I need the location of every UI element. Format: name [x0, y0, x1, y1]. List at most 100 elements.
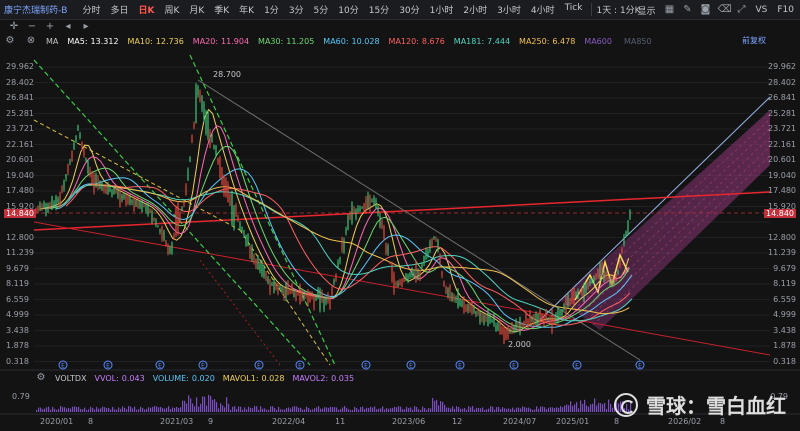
volume-bar — [610, 404, 612, 412]
watermark: 雪球：雪白血红 — [614, 390, 786, 419]
volume-bar — [98, 408, 100, 412]
candle-body — [503, 327, 505, 343]
candle-body — [597, 268, 599, 278]
candle-body — [271, 284, 273, 286]
indicator-item: MAVOL1: 0.028 — [223, 374, 285, 383]
candle-body — [403, 277, 405, 282]
candle-body — [547, 317, 549, 320]
candle-body — [459, 299, 461, 307]
candle-body — [559, 310, 561, 315]
candle-body — [251, 246, 253, 261]
volume-bar — [286, 408, 288, 412]
volume-bar — [168, 406, 170, 412]
candle-body — [333, 279, 335, 284]
volume-bar — [342, 407, 344, 412]
candle-body — [349, 213, 351, 220]
volume-bar — [192, 403, 194, 412]
candle-body — [305, 294, 307, 297]
price-label-left: 22.161 — [6, 139, 34, 149]
volume-bar — [210, 395, 212, 412]
candle-body — [405, 274, 407, 281]
volume-bar — [222, 405, 224, 412]
price-channel — [560, 110, 770, 330]
event-marker-label: E — [201, 363, 205, 370]
candle-body — [293, 290, 295, 298]
candle-body — [211, 134, 213, 143]
volume-bar — [474, 409, 476, 412]
volume-bar — [140, 406, 142, 412]
candle-body — [225, 179, 227, 196]
price-label-right: 0.318 — [773, 356, 796, 366]
candle-body — [499, 321, 501, 335]
indicator-name[interactable]: VOLTDX — [55, 374, 87, 383]
event-marker-label: E — [298, 363, 302, 370]
candle-body — [157, 225, 159, 227]
price-label-left: 29.962 — [6, 62, 34, 71]
candle-body — [85, 157, 87, 161]
candle-body — [585, 284, 587, 292]
candle-body — [219, 157, 221, 178]
indicator-item-name: MAVOL1: — [222, 373, 259, 383]
price-label-left: 28.402 — [6, 77, 34, 87]
candle-body — [587, 281, 589, 289]
event-marker-label: E — [364, 363, 368, 370]
candle-body — [123, 194, 125, 199]
candle-body — [201, 95, 203, 110]
volume-bar — [184, 400, 186, 412]
candle-body — [247, 234, 249, 246]
price-label-left: 19.040 — [6, 170, 34, 180]
candle-body — [241, 226, 243, 232]
candle-body — [613, 280, 615, 285]
volume-bar — [42, 409, 44, 412]
volume-bar — [302, 409, 304, 412]
volume-bar — [38, 407, 40, 412]
channel-upper-line — [539, 96, 771, 321]
candle-body — [521, 324, 523, 328]
volume-bar — [68, 407, 70, 412]
candle-body — [329, 298, 331, 310]
candle-body — [127, 194, 129, 204]
candlestick-chart[interactable]: EEEEEEEEEEEE — [0, 0, 800, 431]
volume-bar — [228, 403, 230, 412]
volume-bar — [292, 406, 294, 412]
volume-bar — [326, 407, 328, 412]
volume-bar — [200, 403, 202, 412]
indicator-settings-icon[interactable]: ⚙ — [35, 372, 47, 384]
candle-body — [627, 221, 629, 234]
price-label-left: 11.239 — [6, 248, 34, 257]
volume-bar — [76, 407, 78, 412]
candle-body — [119, 190, 121, 207]
candle-body — [571, 291, 573, 302]
candle-body — [365, 198, 367, 214]
candle-body — [455, 298, 457, 302]
indicator-items: VVOL: 0.043 VOLUME: 0.020 MAVOL1: 0.028 MAVOL2… — [95, 374, 355, 383]
volume-bar — [488, 408, 490, 412]
candle-body — [593, 275, 595, 285]
price-label-left: 4.999 — [6, 310, 29, 319]
volume-bar — [568, 405, 570, 412]
volume-bar — [246, 409, 248, 412]
candle-body — [39, 203, 41, 211]
volume-bar — [366, 407, 368, 412]
volume-bar — [96, 407, 98, 412]
event-marker-label: E — [458, 363, 462, 370]
volume-bar — [492, 406, 494, 412]
event-marker-label: E — [409, 363, 413, 370]
candle-body — [407, 275, 409, 282]
indicator-item: VOLUME: 0.020 — [153, 374, 215, 383]
price-label-right: 20.601 — [768, 155, 796, 164]
volume-bar — [308, 407, 310, 412]
candle-body — [121, 195, 123, 200]
volume-bar — [538, 408, 540, 412]
candle-body — [605, 272, 607, 280]
volume-bar — [262, 408, 264, 412]
candle-body — [215, 145, 217, 156]
candle-body — [263, 266, 265, 278]
volume-bar — [514, 409, 516, 412]
volume-bar — [322, 408, 324, 412]
candle-body — [537, 314, 539, 325]
volume-bar — [310, 409, 312, 412]
time-label: 12 — [452, 417, 463, 426]
candle-body — [427, 250, 429, 257]
volume-bar — [114, 409, 116, 412]
